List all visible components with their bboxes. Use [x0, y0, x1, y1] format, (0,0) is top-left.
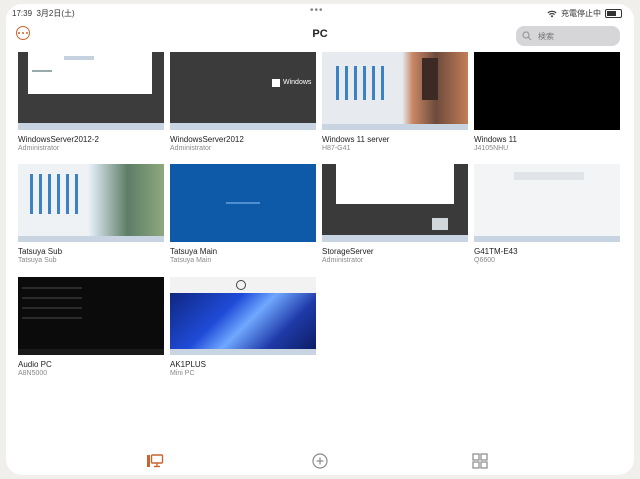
pc-tile[interactable]: Windows WindowsServer2012 Administrator: [170, 52, 316, 152]
ipad-screen: 17:39 3月2日(土) ••• 充電停止中 PC 検索 WindowsSer…: [6, 4, 634, 475]
pc-thumbnail: [18, 52, 164, 130]
search-input[interactable]: [536, 30, 610, 42]
charge-status-text: 充電停止中: [561, 9, 601, 18]
pc-user: Administrator: [18, 145, 60, 152]
pc-user: Mini PC: [170, 370, 195, 377]
pc-tile[interactable]: Tatsuya Main Tatsuya Main: [170, 164, 316, 264]
pc-user: Tatsuya Sub: [18, 257, 57, 264]
pc-user: Administrator: [170, 145, 212, 152]
pc-thumbnail: [322, 52, 468, 130]
pc-thumbnail: [18, 277, 164, 355]
pc-user: Q6600: [474, 257, 496, 264]
pc-name: WindowsServer2012: [170, 135, 244, 144]
windows-logo-text: Windows: [283, 79, 312, 86]
pc-thumbnail: Windows: [170, 52, 316, 130]
pc-tile[interactable]: AK1PLUS Mini PC: [170, 277, 316, 377]
status-bar: 17:39 3月2日(土) ••• 充電停止中: [6, 4, 634, 20]
pc-user: H87-G41: [322, 145, 351, 152]
pc-tile[interactable]: Tatsuya Sub Tatsuya Sub: [18, 164, 164, 264]
pc-name: Tatsuya Sub: [18, 247, 63, 256]
pc-tile[interactable]: StorageServer Administrator: [322, 164, 468, 264]
search-icon: [522, 31, 532, 41]
pc-thumbnail: [322, 164, 468, 242]
pc-tile[interactable]: Windows 11 server H87-G41: [322, 52, 468, 152]
pc-thumbnail: [474, 164, 620, 242]
pc-user: A8N5000: [18, 370, 48, 377]
pc-name: Windows 11 server: [322, 135, 390, 144]
pc-thumbnail: [170, 277, 316, 355]
pc-thumbnail: [170, 164, 316, 242]
tab-bar: [6, 438, 634, 475]
pc-name: Windows 11: [474, 135, 517, 144]
status-right: 充電停止中: [547, 8, 622, 19]
pc-name: G41TM-E43: [474, 247, 518, 256]
multitask-dots[interactable]: •••: [310, 5, 324, 16]
plus-circle-icon[interactable]: [311, 452, 329, 470]
pc-grid: WindowsServer2012-2 Administrator Window…: [18, 52, 622, 422]
pc-tile[interactable]: G41TM-E43 Q6600: [474, 164, 620, 264]
pc-user: J4105NHU: [474, 145, 509, 152]
apps-grid-icon[interactable]: [471, 452, 489, 470]
time-text: 17:39: [12, 9, 33, 18]
pc-name: WindowsServer2012-2: [18, 135, 99, 144]
pc-name: StorageServer: [322, 247, 374, 256]
pc-tile[interactable]: Windows 11 J4105NHU: [474, 52, 620, 152]
search-field[interactable]: [516, 26, 620, 46]
pc-name: AK1PLUS: [170, 360, 207, 369]
pc-name: Tatsuya Main: [170, 247, 218, 256]
pc-thumbnail: [18, 164, 164, 242]
pc-thumbnail: [474, 52, 620, 130]
nav-bar: PC: [6, 22, 634, 54]
status-time: 17:39 3月2日(土): [12, 8, 75, 19]
desktop-icon[interactable]: [146, 452, 164, 470]
battery-icon: [605, 9, 622, 18]
pc-name: Audio PC: [18, 360, 52, 369]
wifi-icon: [547, 10, 557, 17]
pc-tile[interactable]: WindowsServer2012-2 Administrator: [18, 52, 164, 152]
pc-user: Tatsuya Main: [170, 257, 212, 264]
date-text: 3月2日(土): [36, 9, 75, 18]
pc-tile[interactable]: Audio PC A8N5000: [18, 277, 164, 377]
pc-user: Administrator: [322, 257, 364, 264]
